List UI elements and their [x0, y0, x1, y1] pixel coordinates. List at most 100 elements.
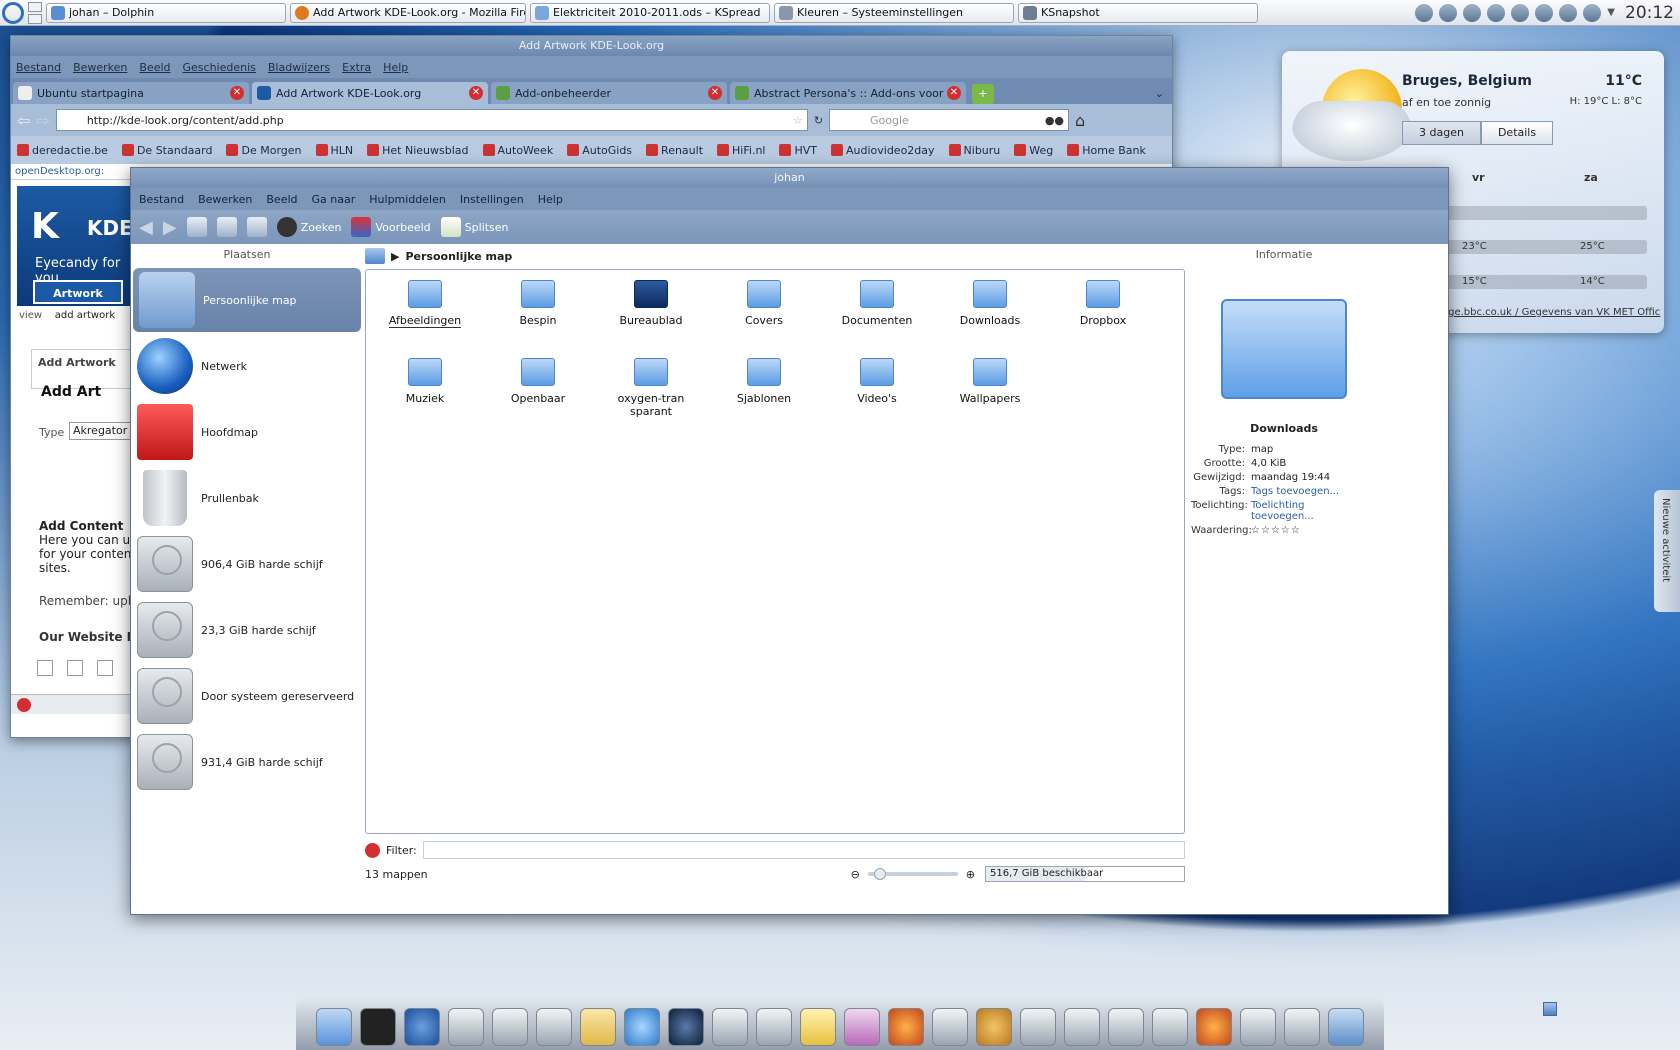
- share-icon[interactable]: [67, 660, 83, 676]
- menu-hulpmiddelen[interactable]: Hulpmiddelen: [369, 193, 446, 206]
- archive-icon[interactable]: [1328, 1008, 1364, 1046]
- volume-icon[interactable]: [1559, 3, 1578, 22]
- file-manager-icon[interactable]: [316, 1008, 352, 1046]
- folder-item[interactable]: Documenten: [822, 280, 932, 327]
- file-view[interactable]: Afbeeldingen Bespin Bureaublad Covers Do…: [365, 269, 1185, 834]
- zoom-slider-handle[interactable]: [873, 868, 886, 880]
- menu-bestand[interactable]: Bestand: [139, 193, 184, 206]
- tab-addons[interactable]: Add-onbeheerder ✕: [491, 82, 727, 104]
- place-root[interactable]: Hoofdmap: [131, 400, 363, 464]
- share-icon[interactable]: [37, 660, 53, 676]
- activity-side-tab[interactable]: Nieuwe activiteit: [1654, 490, 1680, 612]
- menu-help[interactable]: Help: [538, 193, 563, 206]
- preview-button[interactable]: Voorbeeld: [351, 217, 431, 237]
- add-comment-link[interactable]: Toelichting toevoegen...: [1251, 500, 1321, 522]
- details-view-button[interactable]: [216, 217, 237, 237]
- feather-icon[interactable]: [492, 1008, 528, 1046]
- kde-menu-icon[interactable]: [2, 1, 24, 24]
- ktorrent-icon[interactable]: [976, 1008, 1012, 1046]
- url-bar[interactable]: http://kde-look.org/content/add.php ☆: [55, 109, 808, 131]
- settings-tools-icon[interactable]: [1240, 1008, 1276, 1046]
- folder-item[interactable]: Covers: [709, 280, 819, 327]
- menu-geschiedenis[interactable]: Geschiedenis: [183, 61, 256, 74]
- split-button[interactable]: Splitsen: [440, 217, 509, 237]
- folder-item[interactable]: Dropbox: [1048, 280, 1158, 327]
- tab-personas[interactable]: Abstract Persona's :: Add-ons voor Fir..…: [730, 82, 966, 104]
- zoom-in-icon[interactable]: ⊕: [966, 868, 975, 881]
- home-icon[interactable]: [365, 248, 385, 264]
- desktop-icon[interactable]: [1543, 1002, 1557, 1016]
- bookmark[interactable]: De Standaard: [121, 144, 212, 157]
- menu-bewerken[interactable]: Bewerken: [198, 193, 252, 206]
- folder-item[interactable]: Muziek: [370, 358, 480, 405]
- add-artwork-link[interactable]: add artwork: [55, 310, 115, 321]
- bookmark[interactable]: Niburu: [948, 144, 1000, 157]
- folder-item[interactable]: oxygen-transparant: [596, 358, 706, 418]
- new-tab-button[interactable]: +: [972, 84, 994, 104]
- forward-button[interactable]: ▶: [163, 217, 177, 238]
- home-icon[interactable]: ⌂: [1075, 111, 1085, 130]
- folder-item[interactable]: Bespin: [483, 280, 593, 327]
- rating-stars[interactable]: ☆☆☆☆☆: [1251, 525, 1301, 536]
- breadcrumb-current[interactable]: Persoonlijke map: [405, 250, 512, 263]
- star-icon[interactable]: ☆: [793, 114, 803, 127]
- breadcrumb[interactable]: ▶ Persoonlijke map: [365, 246, 512, 266]
- bookmark[interactable]: Het Nieuwsblad: [367, 144, 469, 157]
- tab-kde-look[interactable]: Add Artwork KDE-Look.org ✕: [252, 82, 488, 104]
- place-system-reserved[interactable]: Door systeem gereserveerd: [131, 664, 363, 728]
- menu-ga-naar[interactable]: Ga naar: [312, 193, 356, 206]
- dolphin-icon[interactable]: [404, 1008, 440, 1046]
- filter-input[interactable]: [422, 841, 1185, 859]
- stop-icon[interactable]: [17, 698, 31, 712]
- bookmark[interactable]: Home Bank: [1067, 144, 1146, 157]
- menu-bladwijzers[interactable]: Bladwijzers: [268, 61, 330, 74]
- tab-list-chevron-icon[interactable]: ⌄: [1155, 87, 1164, 100]
- search-field[interactable]: Google ●●: [829, 109, 1070, 131]
- calculator-icon[interactable]: [932, 1008, 968, 1046]
- bookmark[interactable]: deredactie.be: [17, 144, 108, 157]
- bookmark[interactable]: HVT: [779, 144, 817, 157]
- task-systemsettings[interactable]: Kleuren – Systeeminstellingen: [774, 2, 1014, 23]
- bookmark[interactable]: HiFi.nl: [717, 144, 765, 157]
- desktop-pager[interactable]: [28, 1, 42, 24]
- folder-item[interactable]: Wallpapers: [935, 358, 1045, 405]
- bookmark[interactable]: HLN: [315, 144, 353, 157]
- reload-icon[interactable]: ↻: [814, 114, 823, 127]
- place-home[interactable]: Persoonlijke map: [133, 268, 361, 332]
- menu-beeld[interactable]: Beeld: [266, 193, 297, 206]
- add-tags-link[interactable]: Tags toevoegen...: [1251, 486, 1339, 497]
- task-dolphin[interactable]: johan – Dolphin: [46, 2, 286, 23]
- folder-item[interactable]: Openbaar: [483, 358, 593, 405]
- text-editor-icon[interactable]: [448, 1008, 484, 1046]
- zoom-slider[interactable]: [867, 868, 958, 880]
- folder-item[interactable]: Afbeeldingen: [370, 280, 480, 328]
- artwork-tab[interactable]: Artwork: [33, 280, 123, 304]
- place-hdd-931[interactable]: 931,4 GiB harde schijf: [131, 730, 363, 794]
- menu-bewerken[interactable]: Bewerken: [73, 61, 127, 74]
- clock[interactable]: 20:12: [1625, 3, 1674, 23]
- menu-instellingen[interactable]: Instellingen: [460, 193, 524, 206]
- search-button[interactable]: Zoeken: [276, 217, 341, 237]
- firefox-icon[interactable]: [1196, 1008, 1232, 1046]
- menu-help[interactable]: Help: [383, 61, 408, 74]
- close-icon[interactable]: ✕: [708, 86, 722, 100]
- weather-credit-link[interactable]: age.bbc.co.uk / Gegevens van VK MET Offi…: [1442, 307, 1660, 318]
- firefox-icon[interactable]: [888, 1008, 924, 1046]
- bookmark[interactable]: Audiovideo2day: [830, 144, 935, 157]
- icons-view-button[interactable]: [186, 217, 207, 237]
- battery-icon[interactable]: [1583, 3, 1602, 22]
- printer-icon[interactable]: [1064, 1008, 1100, 1046]
- close-icon[interactable]: ✕: [469, 86, 483, 100]
- bookmark[interactable]: De Morgen: [226, 144, 302, 157]
- folder-item[interactable]: Video's: [822, 358, 932, 405]
- presentation-icon[interactable]: [844, 1008, 880, 1046]
- network-icon[interactable]: [1020, 1008, 1056, 1046]
- chat-icon[interactable]: [624, 1008, 660, 1046]
- bookmark[interactable]: Weg: [1014, 144, 1053, 157]
- folder-item[interactable]: Sjablonen: [709, 358, 819, 405]
- task-kspread[interactable]: Elektriciteit 2010-2011.ods – KSpread: [530, 2, 770, 23]
- back-button[interactable]: ◀: [139, 217, 153, 238]
- update-icon[interactable]: [1511, 3, 1530, 22]
- place-hdd-906[interactable]: 906,4 GiB harde schijf: [131, 532, 363, 596]
- close-icon[interactable]: ✕: [230, 86, 244, 100]
